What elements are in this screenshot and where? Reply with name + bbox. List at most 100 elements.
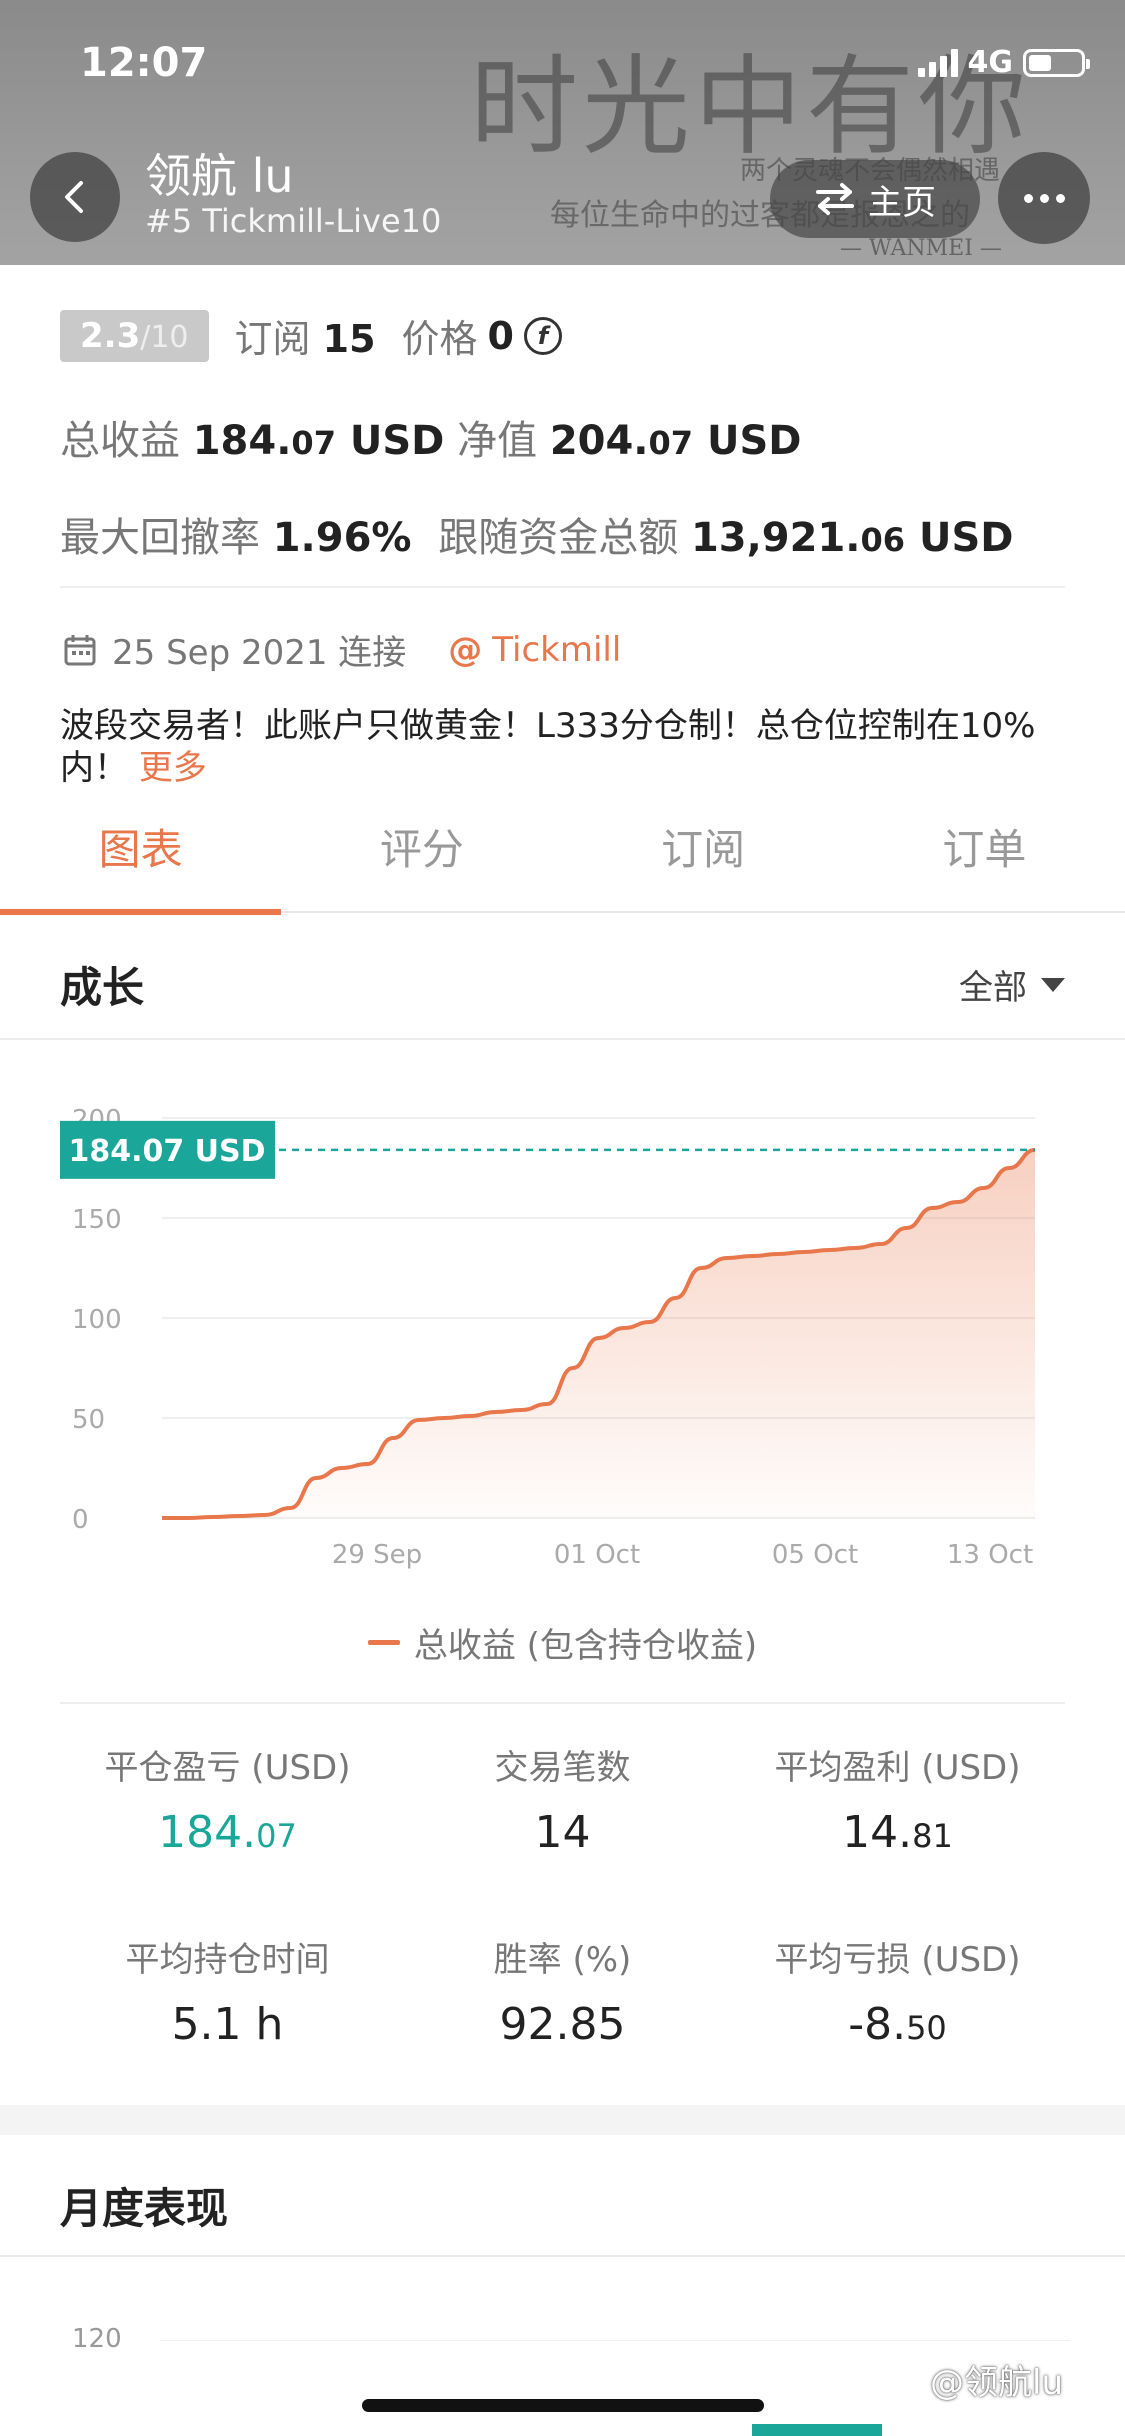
equity-dec: 07 <box>648 424 694 462</box>
chart-y-tick: 0 <box>72 1505 89 1535</box>
coin-icon: f <box>523 316 562 355</box>
stat-closed-pl: 平仓盈亏 (USD) 184.07 <box>40 1740 415 1858</box>
max-drawdown-value: 1.96% <box>272 515 412 561</box>
tab-chart[interactable]: 图表 <box>0 815 282 915</box>
monthly-title: 月度表现 <box>60 2184 229 2233</box>
stat-value-int: -8. <box>848 1999 907 2050</box>
divider <box>60 586 1065 588</box>
score-max: /10 <box>140 319 189 355</box>
watermark: @领航lu <box>930 2363 1063 2403</box>
price: 价格 0f <box>402 308 562 363</box>
back-button[interactable] <box>30 152 120 242</box>
more-dots-icon <box>1023 193 1033 203</box>
subscribe-value: 15 <box>322 317 376 361</box>
chart-x-tick: 01 Oct <box>554 1540 640 1570</box>
chart-y-tick: 50 <box>72 1405 105 1435</box>
monthly-gridline <box>160 2340 1070 2341</box>
stat-label: 平均持仓时间 <box>125 1940 330 1980</box>
network-type: 4G <box>967 45 1014 80</box>
growth-title: 成长 <box>60 963 145 1012</box>
home-button[interactable]: 主页 <box>770 160 980 238</box>
equity-int: 204. <box>549 418 649 464</box>
tab-rating[interactable]: 评分 <box>281 815 562 911</box>
tab-orders[interactable]: 订单 <box>844 815 1125 911</box>
price-label: 价格 <box>401 317 478 361</box>
stat-value-dec: 81 <box>912 1817 953 1855</box>
stat-value: 92.85 <box>499 1999 626 2050</box>
follow-funds-dec: 06 <box>860 521 906 559</box>
total-profit-int: 184. <box>192 418 292 464</box>
caret-down-icon <box>1041 977 1065 992</box>
status-indicators: 4G <box>917 45 1090 80</box>
score-badge: 2.3/10 <box>60 309 209 362</box>
equity-unit: USD <box>693 418 802 464</box>
chart-area-fill <box>162 1149 1035 1518</box>
divider <box>60 1702 1065 1704</box>
total-profit-unit: USD <box>335 418 445 464</box>
signal-icon <box>917 48 958 77</box>
total-profit-value: 184.07 USD <box>193 418 445 464</box>
stat-value-int: 184. <box>158 1807 257 1858</box>
tab-subscribe[interactable]: 订阅 <box>563 815 844 911</box>
monthly-bar <box>752 2424 882 2436</box>
legend-swatch <box>367 1640 400 1645</box>
max-drawdown-label: 最大回撤率 <box>60 515 260 561</box>
battery-icon <box>1023 48 1090 77</box>
at-icon: @ <box>448 629 483 670</box>
stat-value: -8.50 <box>710 1999 1085 2050</box>
chart-x-tick: 29 Sep <box>332 1540 422 1570</box>
connect-date: 25 Sep 2021 连接 <box>112 633 407 673</box>
total-profit-dec: 07 <box>291 424 336 462</box>
stat-label: 平仓盈亏 (USD) <box>104 1748 351 1788</box>
equity-label: 净值 <box>457 418 538 464</box>
broker-name: Tickmill <box>492 629 622 670</box>
more-button[interactable] <box>998 152 1090 244</box>
stat-label: 平均亏损 (USD) <box>774 1940 1021 1980</box>
profit-equity-row: 总收益 184.07 USD 净值 204.07 USD <box>60 408 801 466</box>
stat-avg-profit: 平均盈利 (USD) 14.81 <box>710 1740 1085 1858</box>
monthly-header: 月度表现 <box>0 2135 1125 2257</box>
chart-y-tick: 100 <box>72 1305 122 1335</box>
price-value: 0 <box>487 313 514 358</box>
stat-label: 平均盈利 (USD) <box>774 1748 1021 1788</box>
broker-link[interactable]: @ Tickmill <box>448 630 621 670</box>
equity-value: 204.07 USD <box>550 418 802 464</box>
stat-value: 5.1 h <box>171 1999 284 2050</box>
stat-avg-loss: 平均亏损 (USD) -8.50 <box>710 1932 1085 2050</box>
stat-label: 胜率 (%) <box>493 1940 632 1980</box>
stat-value: 14.81 <box>710 1807 1085 1858</box>
stat-avg-hold: 平均持仓时间 5.1 h <box>40 1932 415 2050</box>
chart-legend: 总收益 (包含持仓收益) <box>0 1618 1125 1667</box>
subscribe-label: 订阅 <box>234 317 311 361</box>
growth-chart: 0 50 100 150 200 29 Sep 01 Oct 05 Oct 13 Oct 184.… <box>0 1090 1125 1570</box>
range-value: 全部 <box>959 968 1027 1008</box>
more-link[interactable]: 更多 <box>139 748 207 788</box>
account-id: #5 Tickmill-Live10 <box>145 202 442 240</box>
chevron-left-icon <box>65 181 83 213</box>
stat-value-int: 14. <box>842 1807 913 1858</box>
stat-trades: 交易笔数 14 <box>375 1740 750 1858</box>
chart-y-tick: 150 <box>72 1205 122 1235</box>
profile-banner: 时光中有你 两个灵魂不会偶然相遇 每位生命中的过客都是报恩之的 — WANMEI… <box>0 0 1125 265</box>
drawdown-funds-row: 最大回撤率 1.96% 跟随资金总额 13,921.06 USD <box>60 505 1013 563</box>
range-dropdown[interactable]: 全部 <box>959 960 1065 1009</box>
tab-bar: 图表 评分 订阅 订单 <box>0 815 1125 915</box>
stat-label: 交易笔数 <box>494 1748 631 1788</box>
section-gap <box>0 2105 1125 2135</box>
home-indicator[interactable] <box>362 2399 764 2412</box>
monthly-y-tick: 120 <box>72 2324 122 2354</box>
stat-value: 14 <box>534 1807 591 1858</box>
home-label: 主页 <box>868 182 936 223</box>
connect-row: 25 Sep 2021 连接 @ Tickmill <box>62 625 621 674</box>
follow-funds-value: 13,921.06 USD <box>691 515 1014 561</box>
growth-chart-svg: 05010015020029 Sep 01 Oct 05 Oct 13 Oct184.… <box>60 1105 1036 1570</box>
stat-win-rate: 胜率 (%) 92.85 <box>375 1932 750 2050</box>
legend-label: 总收益 (包含持仓收益) <box>413 1626 758 1666</box>
total-profit-label: 总收益 <box>60 418 180 464</box>
follow-funds-label: 跟随资金总额 <box>438 515 679 561</box>
subscribe-count: 订阅 15 <box>235 308 376 363</box>
profile-summary-row: 2.3/10 订阅 15 价格 0f <box>60 308 562 363</box>
chart-x-tick: 13 Oct <box>947 1540 1033 1570</box>
trader-description: 波段交易者！此账户只做黄金！L333分仓制！总仓位控制在10%内！ 更多 <box>60 705 1070 789</box>
follow-funds-int: 13,921. <box>690 515 861 561</box>
